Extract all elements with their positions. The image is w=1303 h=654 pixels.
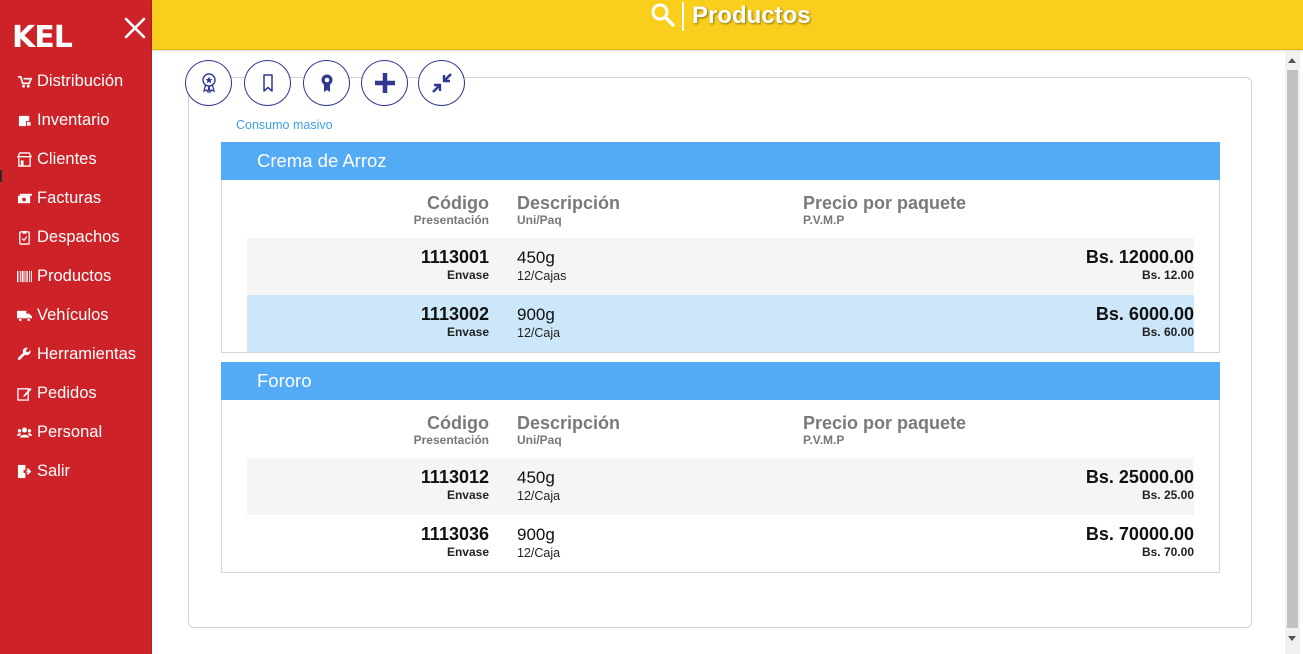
product-price-cell: Bs. 6000.00 Bs. 60.00 (1095, 304, 1194, 339)
wrench-icon (17, 347, 35, 363)
sign-out-icon (17, 464, 35, 480)
scroll-down-arrow[interactable] (1288, 636, 1296, 641)
product-group: Fororo Código Presentación Descripción U… (221, 362, 1220, 573)
collapse-button[interactable] (418, 60, 465, 106)
product-desc-cell: 450g 12/Caja (517, 468, 561, 503)
sidebar-item-label: Pedidos (37, 384, 97, 402)
product-row[interactable]: 1113036 Envase 900g 12/Caja Bs. 70000.00… (247, 515, 1194, 572)
sidebar-item-inventario[interactable]: Inventario (0, 101, 152, 140)
sidebar-item-despachos[interactable]: Despachos (0, 218, 152, 257)
inventory-icon (17, 113, 35, 129)
compress-icon (431, 73, 452, 93)
edit-icon (17, 386, 35, 402)
price-column-header: Precio por paquete P.V.M.P (803, 193, 967, 227)
product-row[interactable]: 1113012 Envase 450g 12/Caja Bs. 25000.00… (247, 458, 1194, 515)
close-icon (124, 17, 146, 39)
product-code-cell: 1113002 Envase (420, 304, 489, 339)
close-sidebar-button[interactable] (122, 15, 148, 41)
product-price-cell: Bs. 70000.00 Bs. 70.00 (1085, 524, 1194, 559)
sidebar-item-label: Clientes (37, 150, 97, 168)
description-column-header: Descripción Uni/Paq (517, 413, 621, 447)
award-filter-button[interactable] (185, 60, 232, 106)
product-row-selected[interactable]: 1113002 Envase 900g 12/Caja Bs. 6000.00 … (247, 295, 1194, 352)
scrollbar-thumb[interactable] (1287, 70, 1298, 628)
add-product-button[interactable] (361, 60, 408, 106)
sidebar-item-label: Despachos (37, 228, 120, 246)
sidebar-item-personal[interactable]: Personal (0, 413, 152, 452)
brand-logo: KEL (12, 20, 73, 55)
distribution-icon (17, 74, 35, 90)
product-row[interactable]: 1113001 Envase 450g 12/Cajas Bs. 12000.0… (247, 238, 1194, 295)
price-column-header: Precio por paquete P.V.M.P (803, 413, 967, 447)
search-button[interactable] (650, 2, 680, 30)
barcode-icon (17, 269, 35, 285)
bookmark-icon (262, 74, 273, 92)
code-column-header: Código Presentación (413, 193, 489, 227)
product-code-cell: 1113001 Envase (420, 247, 489, 282)
sidebar-item-vehiculos[interactable]: Vehículos (0, 296, 152, 335)
description-column-header: Descripción Uni/Paq (517, 193, 621, 227)
plus-icon (374, 73, 395, 93)
sidebar-item-clientes[interactable]: Clientes (0, 140, 152, 179)
product-price-cell: Bs. 25000.00 Bs. 25.00 (1085, 467, 1194, 502)
sidebar-item-distribucion[interactable]: Distribución (0, 62, 152, 101)
bookmark-button[interactable] (244, 60, 291, 106)
category-label[interactable]: Consumo masivo (236, 118, 333, 132)
sidebar-item-label: Facturas (37, 189, 102, 207)
product-price-cell: Bs. 12000.00 Bs. 12.00 (1085, 247, 1194, 282)
page-title: Productos (692, 2, 811, 29)
sidebar-item-label: Personal (37, 423, 103, 441)
sidebar-nav: Distribución Inventario Clientes Factura… (0, 62, 152, 491)
edge-marker (0, 170, 2, 182)
ribbon-button[interactable] (303, 60, 350, 106)
truck-icon (17, 308, 35, 324)
title-divider (682, 2, 684, 31)
group-header[interactable]: Fororo (221, 362, 1220, 400)
users-icon (17, 425, 35, 441)
product-desc-cell: 450g 12/Cajas (517, 248, 567, 283)
group-header[interactable]: Crema de Arroz (221, 142, 1220, 180)
topbar: Productos (152, 0, 1303, 50)
code-column-header: Código Presentación (413, 413, 489, 447)
clipboard-icon (17, 230, 35, 246)
sidebar-item-pedidos[interactable]: Pedidos (0, 374, 152, 413)
product-code-cell: 1113012 Envase (420, 467, 489, 502)
sidebar: KEL Distribución Inventario Clientes Fac… (0, 0, 152, 654)
award-icon (201, 73, 216, 94)
sidebar-item-label: Distribución (37, 72, 124, 90)
column-headers: Código Presentación Descripción Uni/Paq … (222, 400, 1219, 458)
ribbon-icon (321, 74, 332, 92)
sidebar-item-herramientas[interactable]: Herramientas (0, 335, 152, 374)
sidebar-item-salir[interactable]: Salir (0, 452, 152, 491)
product-code-cell: 1113036 Envase (420, 524, 489, 559)
sidebar-item-productos[interactable]: Productos (0, 257, 152, 296)
sidebar-item-facturas[interactable]: Facturas (0, 179, 152, 218)
column-headers: Código Presentación Descripción Uni/Paq … (222, 180, 1219, 238)
store-icon (17, 152, 35, 168)
sidebar-item-label: Vehículos (37, 306, 109, 324)
product-desc-cell: 900g 12/Caja (517, 305, 561, 340)
sidebar-item-label: Productos (37, 267, 112, 285)
sidebar-item-label: Salir (37, 462, 71, 480)
product-group: Crema de Arroz Código Presentación Descr… (221, 142, 1220, 353)
money-icon (17, 191, 35, 207)
search-icon (651, 3, 675, 27)
product-desc-cell: 900g 12/Caja (517, 525, 561, 560)
scroll-up-arrow[interactable] (1288, 58, 1296, 63)
sidebar-item-label: Herramientas (37, 345, 137, 363)
sidebar-item-label: Inventario (37, 111, 110, 129)
